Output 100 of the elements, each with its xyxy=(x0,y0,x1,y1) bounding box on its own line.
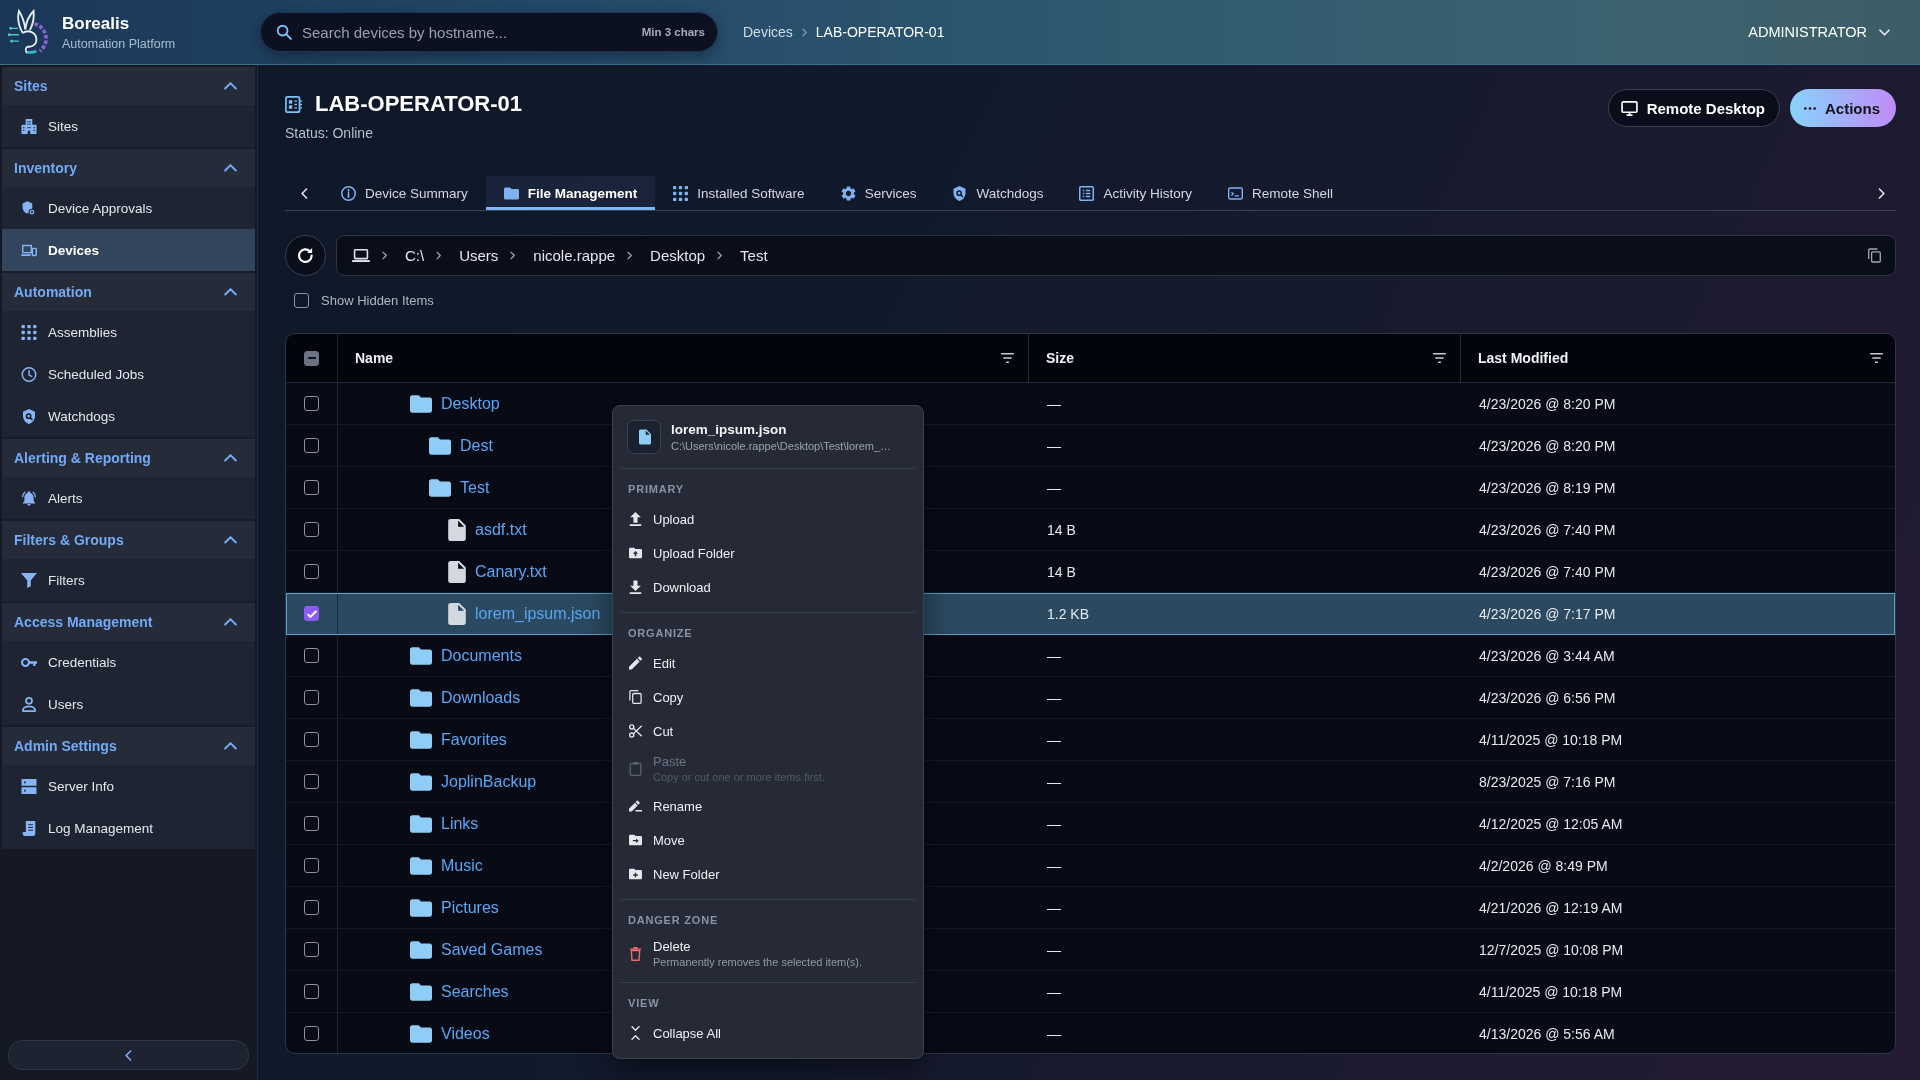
folder-icon xyxy=(410,982,432,1001)
sidebar-section-header[interactable]: Alerting & Reporting xyxy=(2,439,255,477)
path-segment[interactable]: Users xyxy=(459,247,499,264)
file-name[interactable]: Links xyxy=(441,814,479,833)
menu-file-path: C:\Users\nicole.rappe\Desktop\Test\lorem_… xyxy=(671,440,892,452)
file-name[interactable]: Searches xyxy=(441,982,509,1001)
file-name[interactable]: Pictures xyxy=(441,898,499,917)
modified-date: 8/23/2025 @ 7:16 PM xyxy=(1479,773,1616,790)
search-field[interactable]: Search devices by hostname... xyxy=(302,23,632,41)
file-name[interactable]: Videos xyxy=(441,1024,490,1043)
file-name[interactable]: Downloads xyxy=(441,688,521,707)
sidebar-item[interactable]: Users xyxy=(2,683,255,725)
chevron-right-icon xyxy=(627,251,633,260)
row-checkbox[interactable] xyxy=(304,732,319,747)
row-checkbox[interactable] xyxy=(304,522,319,537)
info-icon xyxy=(341,185,356,201)
row-checkbox[interactable] xyxy=(304,690,319,705)
breadcrumb-link[interactable]: Devices xyxy=(743,24,793,40)
menu-item[interactable]: Collapse All xyxy=(621,1016,915,1050)
copy-icon[interactable] xyxy=(1868,248,1881,263)
menu-item[interactable]: Copy xyxy=(621,680,915,714)
column-header[interactable]: Size xyxy=(1046,350,1074,366)
tab[interactable]: Services xyxy=(822,176,935,210)
sidebar-section-header[interactable]: Automation xyxy=(2,273,255,311)
sidebar-item[interactable]: Watchdogs xyxy=(2,395,255,437)
sidebar-item[interactable]: Server Info xyxy=(2,765,255,807)
sidebar-item[interactable]: Assemblies xyxy=(2,311,255,353)
file-name[interactable]: Test xyxy=(460,478,490,497)
sidebar-section-header[interactable]: Sites xyxy=(2,67,255,105)
sidebar-item[interactable]: Credentials xyxy=(2,641,255,683)
search-bar[interactable]: Search devices by hostname... Min 3 chars xyxy=(260,12,718,52)
row-checkbox[interactable] xyxy=(304,480,319,495)
path-segment[interactable]: nicole.rappe xyxy=(533,247,616,264)
folder-icon xyxy=(503,185,519,201)
row-checkbox[interactable] xyxy=(304,606,319,621)
row-checkbox[interactable] xyxy=(304,1026,319,1041)
checkbox[interactable] xyxy=(294,293,309,308)
tab[interactable]: Device Summary xyxy=(323,176,486,210)
row-checkbox[interactable] xyxy=(304,648,319,663)
modified-date: 4/23/2026 @ 6:56 PM xyxy=(1479,689,1616,706)
modified-date: 4/21/2026 @ 12:19 AM xyxy=(1479,899,1623,916)
modified-date: 4/2/2026 @ 8:49 PM xyxy=(1479,857,1608,874)
sidebar-item[interactable]: Devices xyxy=(2,229,255,271)
file-name[interactable]: asdf.txt xyxy=(475,520,527,539)
tab[interactable]: Remote Shell xyxy=(1209,176,1351,210)
refresh-button[interactable] xyxy=(285,235,326,276)
modified-date: 4/11/2025 @ 10:18 PM xyxy=(1479,983,1623,1000)
device-status: Status: Online xyxy=(285,125,374,141)
file-name[interactable]: JoplinBackup xyxy=(441,772,537,791)
file-name[interactable]: Favorites xyxy=(441,730,507,749)
row-checkbox[interactable] xyxy=(304,816,319,831)
file-name[interactable]: Canary.txt xyxy=(475,562,547,581)
sidebar-item[interactable]: Filters xyxy=(2,559,255,601)
tab[interactable]: Watchdogs xyxy=(934,176,1062,210)
file-name[interactable]: Saved Games xyxy=(441,940,543,959)
path-segment[interactable]: Test xyxy=(740,247,768,264)
sidebar-section-header[interactable]: Inventory xyxy=(2,149,255,187)
row-checkbox[interactable] xyxy=(304,396,319,411)
column-header[interactable]: Name xyxy=(355,350,394,366)
tab[interactable]: Activity History xyxy=(1061,176,1210,210)
row-checkbox[interactable] xyxy=(304,774,319,789)
menu-item[interactable]: Delete Permanently removes the selected item(s). xyxy=(621,933,915,974)
sidebar-item[interactable]: Alerts xyxy=(2,477,255,519)
row-checkbox[interactable] xyxy=(304,984,319,999)
sidebar-item[interactable]: Scheduled Jobs xyxy=(2,353,255,395)
actions-button[interactable]: Actions xyxy=(1790,89,1896,127)
menu-item[interactable]: Edit xyxy=(621,646,915,680)
path-segment[interactable]: C:\ xyxy=(405,247,425,264)
sidebar-item[interactable]: Sites xyxy=(2,105,255,147)
sidebar-section-header[interactable]: Filters & Groups xyxy=(2,521,255,559)
laptop-icon[interactable] xyxy=(352,249,370,262)
sidebar-item[interactable]: Log Management xyxy=(2,807,255,849)
trash-icon xyxy=(629,946,642,961)
sidebar-item[interactable]: Device Approvals xyxy=(2,187,255,229)
gear-icon xyxy=(840,185,856,201)
row-checkbox[interactable] xyxy=(304,858,319,873)
modified-date: 4/23/2026 @ 3:44 AM xyxy=(1479,647,1615,664)
row-checkbox[interactable] xyxy=(304,900,319,915)
file-name[interactable]: lorem_ipsum.json xyxy=(475,604,601,623)
file-name[interactable]: Desktop xyxy=(441,394,500,413)
row-checkbox[interactable] xyxy=(304,942,319,957)
filter-list-icon[interactable] xyxy=(1001,353,1014,363)
sidebar-section-header[interactable]: Admin Settings xyxy=(2,727,255,765)
checkbox-label[interactable]: Show Hidden Items xyxy=(321,293,434,308)
filter-list-icon[interactable] xyxy=(1870,353,1883,363)
file-name[interactable]: Dest xyxy=(460,436,493,455)
select-all-checkbox[interactable] xyxy=(304,350,319,366)
row-checkbox[interactable] xyxy=(304,438,319,453)
file-name[interactable]: Documents xyxy=(441,646,522,665)
tab[interactable]: File Management xyxy=(485,176,656,210)
column-header[interactable]: Last Modified xyxy=(1478,350,1569,366)
filter-list-icon[interactable] xyxy=(1433,353,1446,363)
path-segment[interactable]: Desktop xyxy=(650,247,706,264)
sidebar-section-header[interactable]: Access Management xyxy=(2,603,255,641)
file-name[interactable]: Music xyxy=(441,856,483,875)
user-menu[interactable]: ADMINISTRATOR xyxy=(1748,24,1890,40)
rabbit-logo-icon xyxy=(8,9,50,55)
tab[interactable]: Installed Software xyxy=(655,176,823,210)
remote-desktop-button[interactable]: Remote Desktop xyxy=(1607,89,1780,127)
row-checkbox[interactable] xyxy=(304,564,319,579)
